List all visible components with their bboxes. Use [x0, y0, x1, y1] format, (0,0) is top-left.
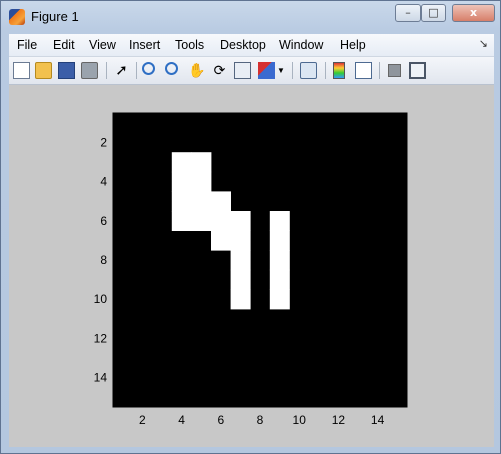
- y-tick-label: 14: [94, 371, 108, 385]
- pixel-cell: [171, 211, 192, 231]
- x-tick-label: 12: [332, 413, 346, 427]
- pixel-cell: [230, 269, 251, 290]
- figure-window: Figure 1 – □ x File Edit View Insert Too…: [0, 0, 501, 454]
- zoom-in-icon[interactable]: [142, 62, 155, 75]
- x-tick-label: 8: [257, 413, 264, 427]
- brush-dropdown-icon[interactable]: ▼: [277, 62, 286, 79]
- toolbar-separator: [292, 62, 293, 79]
- pixel-cell: [191, 171, 212, 192]
- y-tick-label: 2: [100, 135, 107, 149]
- select-arrow-icon[interactable]: ➚: [113, 62, 130, 79]
- hide-plot-tools-icon[interactable]: [388, 64, 401, 77]
- pixel-cell: [230, 211, 251, 231]
- menu-edit[interactable]: Edit: [53, 38, 75, 52]
- y-tick-label: 6: [100, 214, 107, 228]
- title-bar[interactable]: Figure 1 – □ x: [1, 1, 500, 32]
- y-tick-label: 12: [94, 331, 108, 345]
- zoom-out-icon[interactable]: [165, 62, 178, 75]
- colorbar-icon[interactable]: [333, 62, 345, 79]
- pixel-cell: [230, 289, 251, 310]
- show-plot-tools-icon[interactable]: [409, 62, 426, 79]
- pixel-cell: [269, 250, 290, 271]
- data-cursor-icon[interactable]: [234, 62, 251, 79]
- pixel-cell: [171, 152, 192, 173]
- pixel-cell: [171, 171, 192, 192]
- x-tick-label: 4: [178, 413, 185, 427]
- brush-icon[interactable]: [258, 62, 275, 79]
- pan-hand-icon[interactable]: ✋: [188, 62, 205, 79]
- figure-toolbar: ➚ ✋ ⟳ ▼: [9, 57, 494, 85]
- matlab-logo-icon: [9, 9, 25, 25]
- save-icon[interactable]: [58, 62, 75, 79]
- pixel-cell: [211, 211, 231, 231]
- pixel-cell: [191, 191, 212, 212]
- menu-window[interactable]: Window: [279, 38, 323, 52]
- menu-desktop[interactable]: Desktop: [220, 38, 266, 52]
- menu-file[interactable]: File: [17, 38, 37, 52]
- toolbar-separator: [379, 62, 380, 79]
- minimize-button[interactable]: –: [395, 4, 421, 22]
- menu-bar: File Edit View Insert Tools Desktop Wind…: [9, 34, 494, 57]
- toolbar-separator: [106, 62, 107, 79]
- rotate-3d-icon[interactable]: ⟳: [211, 62, 228, 79]
- pixel-cell: [269, 269, 290, 290]
- pixel-cell: [191, 211, 212, 231]
- menu-help[interactable]: Help: [340, 38, 366, 52]
- link-plot-icon[interactable]: [300, 62, 317, 79]
- open-file-icon[interactable]: [35, 62, 52, 79]
- pixel-cell: [191, 152, 212, 173]
- pixel-cell: [230, 230, 251, 251]
- x-tick-label: 6: [217, 413, 224, 427]
- pixel-cell: [171, 191, 192, 212]
- image-plot[interactable]: 2 4 6 8 10 12 14 2 4 6 8 10 12 14: [9, 85, 494, 447]
- menu-insert[interactable]: Insert: [129, 38, 160, 52]
- y-tick-label: 8: [100, 253, 107, 267]
- toolbar-separator: [325, 62, 326, 79]
- new-figure-icon[interactable]: [13, 62, 30, 79]
- y-tick-label: 10: [94, 292, 108, 306]
- menu-view[interactable]: View: [89, 38, 116, 52]
- window-title: Figure 1: [31, 9, 79, 24]
- image-background: [113, 113, 407, 407]
- pixel-cell: [269, 230, 290, 251]
- maximize-button[interactable]: □: [421, 4, 446, 22]
- legend-icon[interactable]: [355, 62, 372, 79]
- menu-tools[interactable]: Tools: [175, 38, 204, 52]
- x-tick-label: 14: [371, 413, 385, 427]
- pixel-cell: [211, 191, 231, 212]
- pixel-cell: [211, 230, 231, 251]
- figure-canvas[interactable]: 2 4 6 8 10 12 14 2 4 6 8 10 12 14: [9, 85, 494, 447]
- print-icon[interactable]: [81, 62, 98, 79]
- pixel-cell: [230, 250, 251, 271]
- close-button[interactable]: x: [452, 4, 495, 22]
- x-tick-label: 2: [139, 413, 146, 427]
- pixel-cell: [269, 211, 290, 231]
- toolbar-separator: [136, 62, 137, 79]
- y-tick-label: 4: [100, 175, 107, 189]
- pixel-cell: [269, 289, 290, 310]
- x-tick-label: 10: [293, 413, 307, 427]
- menu-dock-arrow-icon[interactable]: ↘: [479, 37, 488, 50]
